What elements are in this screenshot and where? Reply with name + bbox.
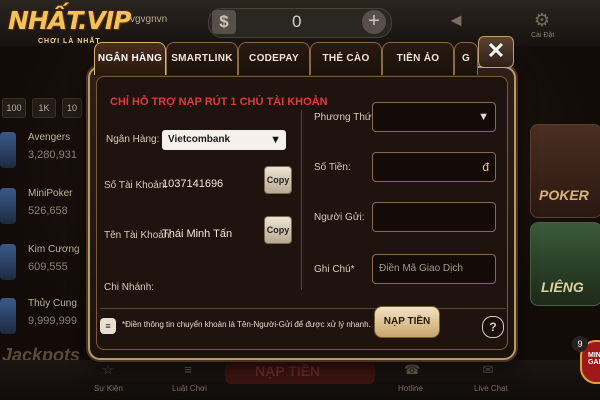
document-icon: ≡ [100, 318, 116, 334]
center-banner[interactable]: NẠP TIỀN [225, 360, 375, 384]
phone-icon[interactable]: ☎ [404, 362, 420, 378]
username: vgvgnvn [130, 14, 168, 25]
method-select[interactable]: ▼ [372, 102, 496, 132]
sender-label: Người Gửi: [314, 212, 365, 223]
mini-game-count: 9 [572, 336, 588, 352]
event-icon[interactable]: ☆ [100, 362, 116, 378]
game-thumbnail [0, 132, 16, 168]
nav-events[interactable]: Sự Kiện [94, 384, 123, 393]
footer-divider [100, 308, 506, 309]
deposit-submit-button[interactable]: NẠP TIỀN [374, 306, 440, 338]
nav-live-chat[interactable]: Live Chat [474, 384, 508, 393]
nav-rules[interactable]: Luật Chơi [172, 384, 207, 393]
game-name: Thủy Cung [28, 298, 77, 309]
game-thumbnail [0, 298, 16, 334]
copy-account-name-button[interactable]: Copy [264, 216, 292, 244]
bank-select[interactable]: Vietcombank ▼ [162, 130, 286, 150]
rules-icon[interactable]: ≡ [180, 362, 196, 378]
game-thumbnail [0, 188, 16, 224]
chevron-down-icon: ▼ [478, 111, 489, 123]
note-input[interactable]: Điền Mã Giao Dịch [372, 254, 496, 284]
lieng-label: LIÊNG [541, 279, 584, 295]
tab-more[interactable]: G [454, 42, 478, 75]
copy-account-number-button[interactable]: Copy [264, 166, 292, 194]
logo-text: NHẤT.VIP [8, 6, 131, 35]
dollar-icon: $ [212, 10, 236, 34]
add-funds-button[interactable]: + [362, 10, 386, 34]
gear-icon[interactable]: ⚙ [530, 8, 554, 32]
method-label: Phương Thức: [314, 112, 380, 123]
jackpot-item[interactable]: MiniPoker 526,658 [0, 184, 80, 240]
jackpot-value: 3,280,931 [28, 149, 77, 161]
mini-game-label: MINI GAME [588, 352, 600, 366]
footnote-text: *Điền thông tin chuyển khoản là Tên-Ngườ… [122, 320, 371, 329]
logo-tagline: CHƠI LÀ NHẤT [38, 38, 101, 45]
chat-icon[interactable]: ✉ [480, 362, 496, 378]
poker-label: POKER [539, 187, 589, 203]
tab-bank[interactable]: NGÂN HÀNG [94, 42, 166, 75]
jackpot-item[interactable]: Kim Cương 609,555 [0, 240, 80, 296]
sender-input[interactable] [372, 202, 496, 232]
tab-smartlink[interactable]: SMARTLINK [166, 42, 238, 75]
account-name: Thái Minh Tấn [162, 228, 233, 240]
chevron-down-icon: ▼ [270, 134, 281, 146]
bet-option-1k[interactable]: 1K [32, 98, 56, 118]
lieng-game-tile[interactable]: LIÊNG [530, 222, 600, 306]
share-icon[interactable]: ◄ [444, 8, 468, 32]
poker-game-tile[interactable]: POKER [530, 124, 600, 218]
game-name: Kim Cương [28, 244, 80, 255]
banner-text: NẠP TIỀN [255, 363, 321, 379]
branch-label: Chi Nhánh: [104, 282, 155, 293]
notice-text: CHỈ HỖ TRỢ NẠP RÚT 1 CHỦ TÀI KHOẢN [110, 96, 328, 108]
game-name: MiniPoker [28, 188, 73, 199]
amount-label: Số Tiền: [314, 162, 351, 173]
note-label: Ghi Chú* [314, 264, 355, 275]
bet-option-100[interactable]: 100 [2, 98, 26, 118]
settings-label: Cài Đặt [531, 32, 555, 39]
jackpot-value: 526,658 [28, 205, 68, 217]
currency-symbol: đ [482, 160, 489, 174]
jackpot-value: 9,999,999 [28, 315, 77, 327]
account-number-label: Số Tài Khoản: [104, 180, 168, 191]
column-divider [301, 110, 302, 290]
jackpot-value: 609,555 [28, 261, 68, 273]
account-number: 1037141696 [162, 178, 224, 190]
tab-card[interactable]: THẺ CÀO [310, 42, 382, 75]
help-icon[interactable]: ? [482, 316, 504, 338]
bank-label: Ngân Hàng: [106, 134, 160, 145]
jackpot-item[interactable]: Thủy Cung 9,999,999 [0, 294, 80, 350]
nav-hotline[interactable]: Hotline [398, 384, 423, 393]
close-button[interactable]: ✕ [478, 36, 514, 68]
game-name: Avengers [28, 132, 71, 143]
tab-crypto[interactable]: TIỀN ẢO [382, 42, 454, 75]
bet-option-10[interactable]: 10 [62, 98, 82, 118]
balance-value: 0 [292, 12, 302, 31]
amount-input[interactable]: đ [372, 152, 496, 182]
bank-value: Vietcombank [168, 134, 231, 145]
note-placeholder: Điền Mã Giao Dịch [379, 263, 463, 274]
jackpot-item[interactable]: Avengers 3,280,931 [0, 128, 80, 184]
tab-codepay[interactable]: CODEPAY [238, 42, 310, 75]
game-thumbnail [0, 244, 16, 280]
